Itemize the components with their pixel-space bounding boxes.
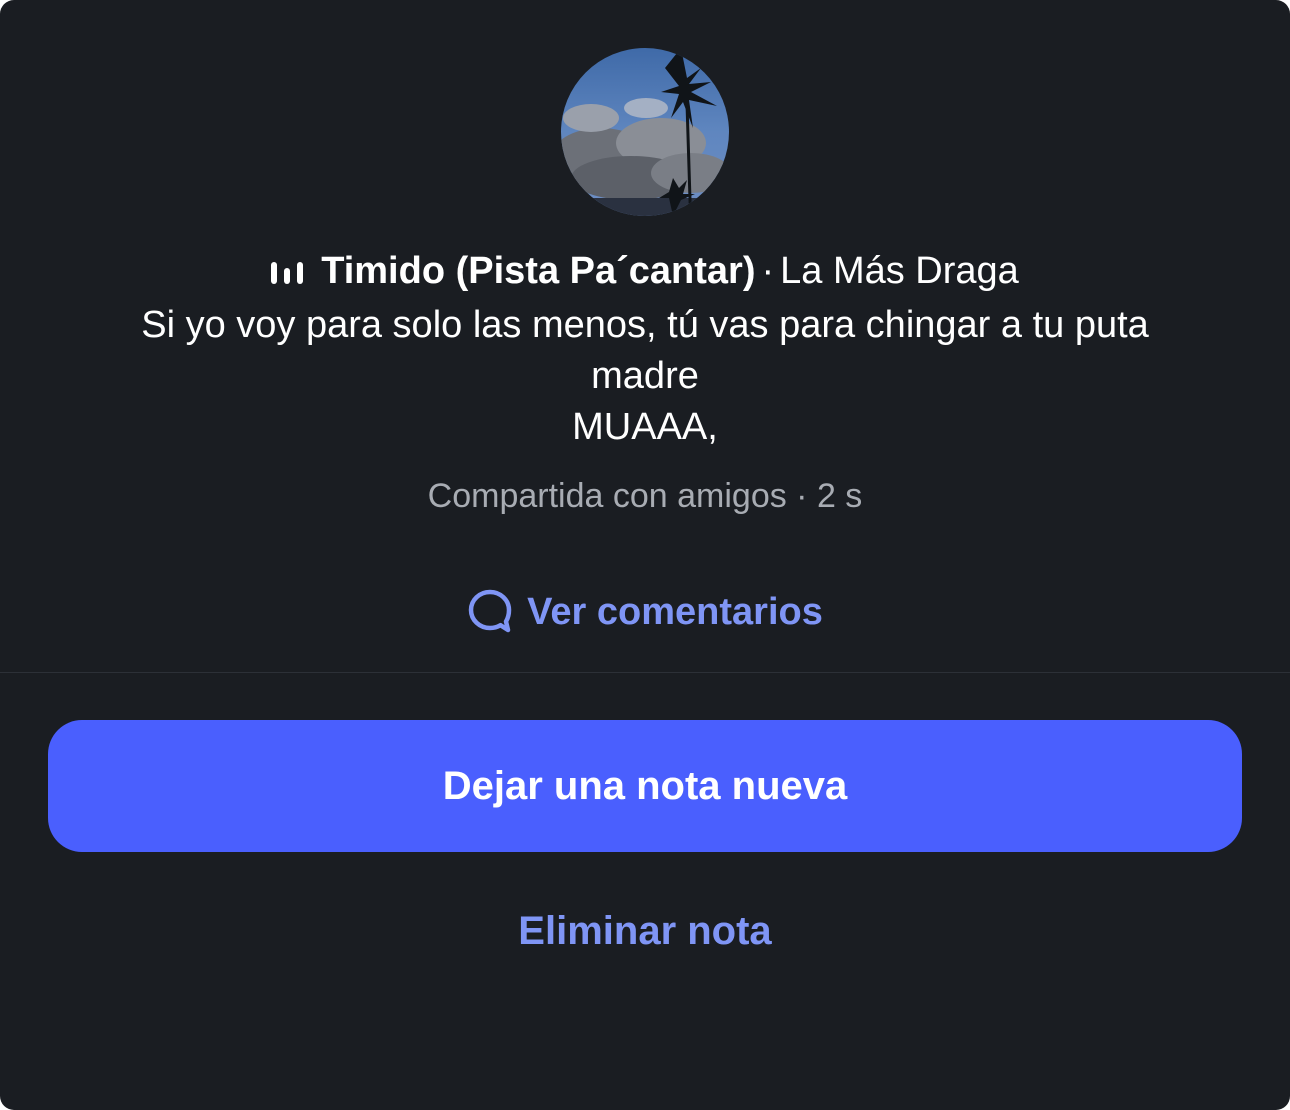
avatar	[561, 48, 729, 216]
song-separator: ·	[761, 250, 775, 292]
note-text: Si yo voy para solo las menos, tú vas pa…	[141, 304, 1149, 448]
new-note-button[interactable]: Dejar una nota nueva	[48, 720, 1242, 852]
song-title: Timido (Pista Pa´cantar)	[321, 250, 756, 292]
delete-note-button[interactable]: Eliminar nota	[0, 904, 1290, 958]
song-artist: La Más Draga	[780, 250, 1019, 292]
divider	[0, 672, 1290, 673]
view-comments-label: Ver comentarios	[527, 591, 823, 633]
share-meta: Compartida con amigos · 2 s	[427, 477, 863, 515]
music-line[interactable]: Timido (Pista Pa´cantar) · La Más Draga	[0, 246, 1290, 299]
view-comments-link[interactable]: Ver comentarios	[0, 586, 1290, 648]
note-sheet: Timido (Pista Pa´cantar) · La Más Draga Si…	[0, 0, 1290, 1110]
speech-bubble-icon	[467, 588, 513, 648]
music-bars-icon	[271, 249, 304, 299]
